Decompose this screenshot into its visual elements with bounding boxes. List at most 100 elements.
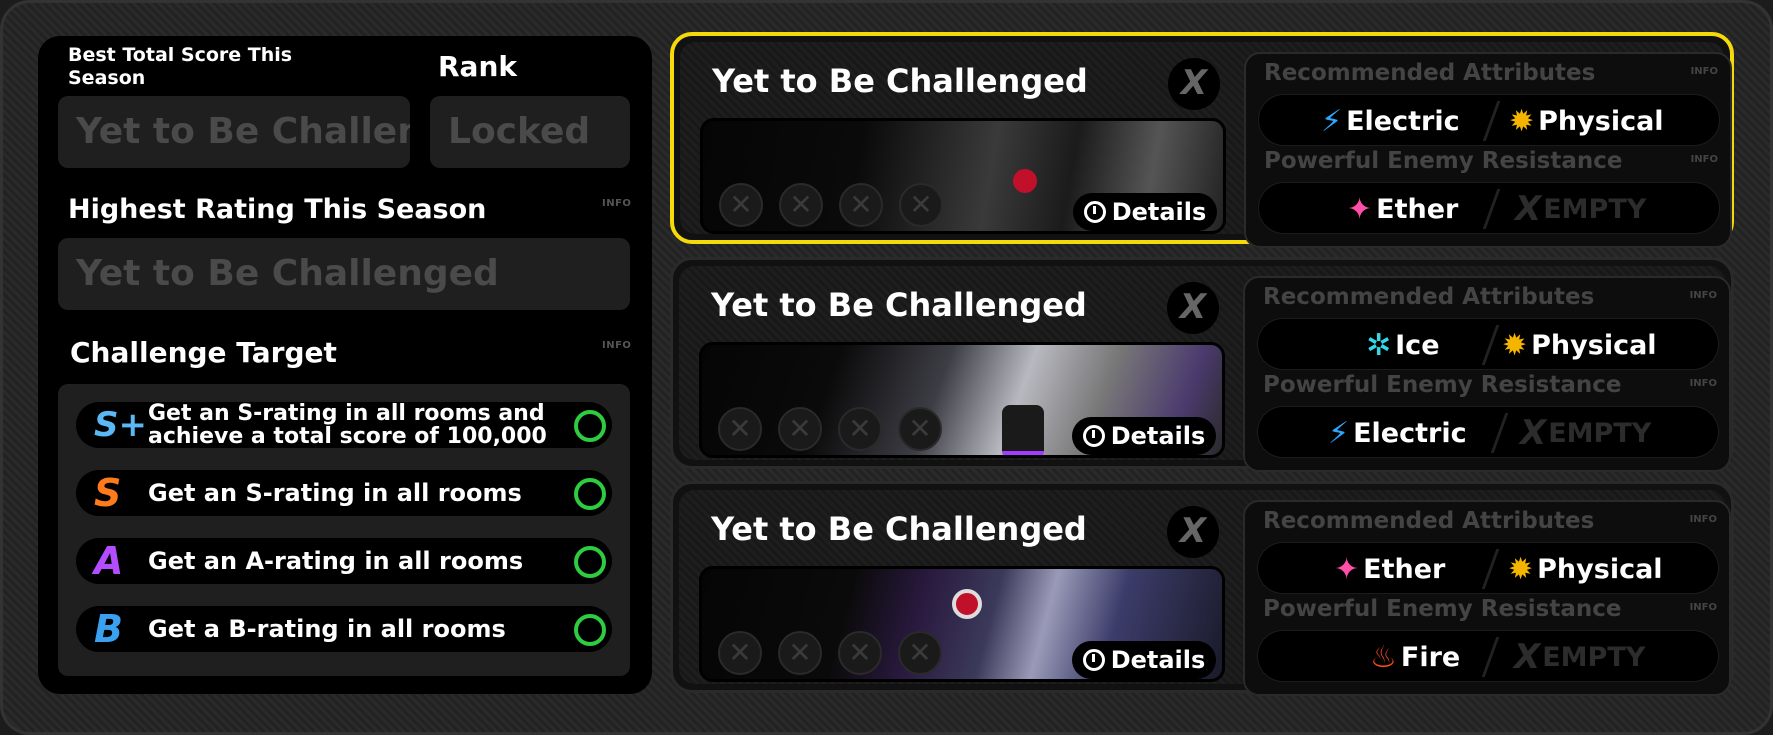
enemy-portrait: ✕ ✕ ✕ ✕ Details [700, 118, 1226, 234]
a-rating-icon: A [94, 539, 124, 583]
room-title: Yet to Be Challenged [711, 286, 1087, 324]
s-plus-rating-icon: S+ [94, 405, 147, 445]
challenge-target-list: S+ Get an S-rating in all rooms and achi… [58, 384, 630, 676]
ether-icon: ✦ [1334, 551, 1360, 587]
close-icon[interactable]: X [1167, 506, 1219, 558]
room-card-1[interactable]: Yet to Be Challenged X ✕ ✕ ✕ ✕ Details R… [670, 32, 1734, 248]
details-button[interactable]: Details [1072, 417, 1216, 455]
character-slot[interactable]: ✕ [838, 631, 882, 675]
clock-icon [1082, 425, 1105, 447]
ether-icon: ✦ [1347, 191, 1373, 227]
empty-icon: X [1515, 189, 1542, 229]
ice-icon: ✲ [1366, 327, 1392, 363]
details-label: Details [1110, 422, 1206, 450]
recommended-info[interactable]: INFO [1690, 514, 1717, 525]
best-total-label: Best Total Score This Season [68, 44, 293, 89]
attribute-fire: ♨ Fire [1370, 639, 1461, 675]
enemy-resistance: ⚡ Electric X EMPTY [1257, 406, 1719, 458]
character-slot[interactable]: ✕ [898, 631, 942, 675]
attribute-ether: ✦ Ether [1347, 191, 1459, 227]
target-row-a: A Get an A-rating in all rooms [76, 538, 612, 584]
character-slot[interactable]: ✕ [718, 631, 762, 675]
character-slot[interactable]: ✕ [778, 631, 822, 675]
fire-icon: ♨ [1370, 639, 1397, 675]
details-button[interactable]: Details [1073, 193, 1217, 231]
target-text: Get an S-rating in all rooms and [148, 401, 545, 426]
target-row-b: B Get a B-rating in all rooms [76, 606, 612, 652]
highest-rating-value: Yet to Be Challenged [58, 238, 630, 310]
season-summary-panel: Best Total Score This Season Rank Yet to… [38, 36, 652, 694]
attributes-panel: Recommended Attributes INFO ✦ Ether ✹ Ph… [1243, 500, 1731, 696]
attribute-electric: ⚡ Electric [1321, 103, 1460, 139]
target-text: Get an A-rating in all rooms [148, 547, 524, 575]
attributes-panel: Recommended Attributes INFO ⚡ Electric ✹… [1244, 52, 1732, 248]
character-slot[interactable]: ✕ [839, 183, 883, 227]
electric-icon: ⚡ [1328, 415, 1350, 451]
target-text: Get a B-rating in all rooms [148, 615, 506, 643]
physical-icon: ✹ [1502, 327, 1528, 363]
room-card-2[interactable]: Yet to Be Challenged X ✕ ✕ ✕ ✕ Details R… [670, 257, 1734, 472]
attributes-panel: Recommended Attributes INFO ✲ Ice ✹ Phys… [1243, 276, 1731, 472]
resistance-info[interactable]: INFO [1690, 602, 1717, 613]
s-rating-icon: S [94, 471, 122, 515]
highest-rating-info[interactable]: INFO [602, 198, 631, 209]
attribute-ether: ✦ Ether [1334, 551, 1446, 587]
resistance-label: Powerful Enemy Resistance [1264, 148, 1623, 174]
target-row-s: S Get an S-rating in all rooms [76, 470, 612, 516]
best-total-value: Yet to Be Challenged [58, 96, 410, 168]
room-card-3[interactable]: Yet to Be Challenged X ✕ ✕ ✕ ✕ Details R… [670, 481, 1734, 696]
resistance-info[interactable]: INFO [1690, 378, 1717, 389]
close-icon[interactable]: X [1168, 58, 1220, 110]
empty-icon: X [1514, 637, 1541, 677]
enemy-eye-icon [1013, 169, 1037, 193]
character-slot[interactable]: ✕ [898, 407, 942, 451]
close-icon[interactable]: X [1167, 282, 1219, 334]
b-rating-icon: B [94, 607, 123, 651]
resistance-info[interactable]: INFO [1691, 154, 1718, 165]
character-slot[interactable]: ✕ [718, 407, 762, 451]
room-title: Yet to Be Challenged [711, 510, 1087, 548]
enemy-cannon-icon [1002, 405, 1044, 455]
recommended-info[interactable]: INFO [1691, 66, 1718, 77]
empty-icon: X [1520, 413, 1547, 453]
physical-icon: ✹ [1509, 103, 1535, 139]
attribute-empty: X EMPTY [1514, 637, 1646, 677]
character-slot[interactable]: ✕ [778, 407, 822, 451]
details-button[interactable]: Details [1072, 641, 1216, 679]
attribute-physical: ✹ Physical [1502, 327, 1657, 363]
recommended-label: Recommended Attributes [1264, 60, 1596, 86]
attribute-empty: X EMPTY [1515, 189, 1647, 229]
challenge-target-info[interactable]: INFO [602, 340, 631, 351]
enemy-portrait: ✕ ✕ ✕ ✕ Details [699, 342, 1225, 458]
details-label: Details [1111, 198, 1207, 226]
physical-icon: ✹ [1508, 551, 1534, 587]
target-text: Get an S-rating in all rooms [148, 479, 522, 507]
character-slot[interactable]: ✕ [719, 183, 763, 227]
electric-icon: ⚡ [1321, 103, 1343, 139]
resistance-label: Powerful Enemy Resistance [1263, 596, 1622, 622]
character-slot[interactable]: ✕ [779, 183, 823, 227]
recommended-info[interactable]: INFO [1690, 290, 1717, 301]
recommended-label: Recommended Attributes [1263, 284, 1595, 310]
recommended-attributes: ✲ Ice ✹ Physical [1257, 318, 1719, 370]
character-slot[interactable]: ✕ [899, 183, 943, 227]
attribute-physical: ✹ Physical [1509, 103, 1664, 139]
target-status-icon [574, 410, 606, 442]
enemy-eye-icon [952, 589, 982, 619]
attribute-empty: X EMPTY [1520, 413, 1652, 453]
target-status-icon [574, 478, 606, 510]
character-slot[interactable]: ✕ [838, 407, 882, 451]
rank-value: Locked [430, 96, 630, 168]
target-status-icon [574, 546, 606, 578]
rank-label: Rank [438, 50, 518, 83]
enemy-resistance: ♨ Fire X EMPTY [1257, 630, 1719, 682]
details-label: Details [1110, 646, 1206, 674]
clock-icon [1082, 649, 1105, 671]
recommended-label: Recommended Attributes [1263, 508, 1595, 534]
challenge-target-label: Challenge Target [70, 336, 337, 369]
attribute-electric: ⚡ Electric [1328, 415, 1467, 451]
attribute-physical: ✹ Physical [1508, 551, 1663, 587]
enemy-portrait: ✕ ✕ ✕ ✕ Details [699, 566, 1225, 682]
target-text: achieve a total score of 100,000 [148, 424, 547, 449]
attribute-ice: ✲ Ice [1366, 327, 1440, 363]
